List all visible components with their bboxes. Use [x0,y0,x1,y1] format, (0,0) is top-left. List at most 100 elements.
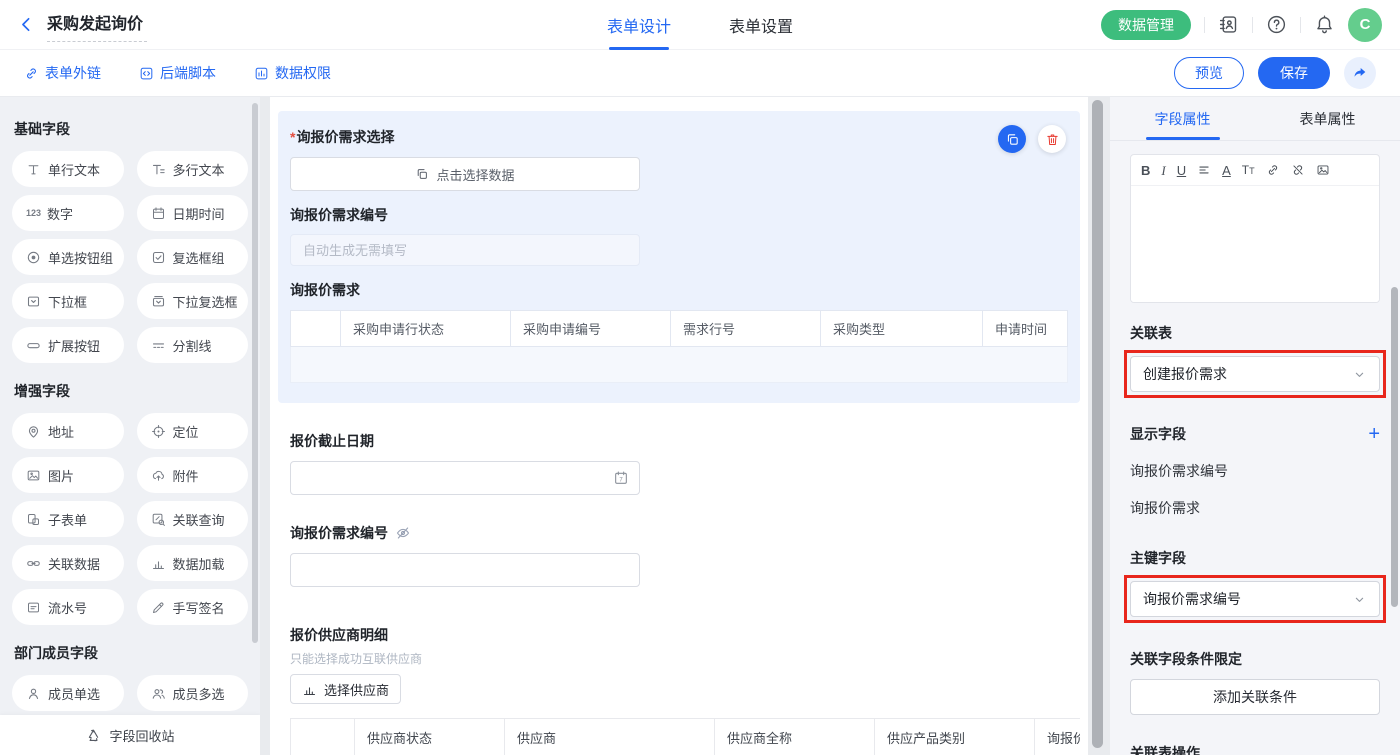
tab-field-properties[interactable]: 字段属性 [1110,97,1255,140]
supplier-detail-field[interactable]: 报价供应商明细 只能选择成功互联供应商 选择供应商 [278,625,1080,704]
delete-field-button[interactable] [1038,125,1066,153]
supplier-table-header-row: 供应商状态 供应商 供应商全称 供应产品类别 询报价 [291,719,1081,755]
extend-button-icon [26,338,41,353]
share-button[interactable] [1344,57,1376,89]
form-external-link[interactable]: 表单外链 [24,63,101,83]
supplier-table: 供应商状态 供应商 供应商全称 供应产品类别 询报价 1 [290,718,1080,755]
link-label: 表单外链 [45,63,101,83]
add-condition-button[interactable]: 添加关联条件 [1130,679,1380,715]
display-field-item[interactable]: 询报价需求编号 [1130,461,1380,481]
backend-script-link[interactable]: 后端脚本 [139,63,216,83]
underline-button[interactable]: U [1177,164,1186,177]
field-pill-label: 关联数据 [48,554,100,573]
section-title-member: 部门成员字段 [14,643,246,663]
field-pill-radio-group[interactable]: 单选按钮组 [12,239,124,275]
display-field-item[interactable]: 询报价需求 [1130,498,1380,518]
tab-form-settings[interactable]: 表单设置 [729,0,793,50]
supplier-table-header-empty [291,719,355,755]
italic-button[interactable]: I [1161,164,1165,177]
back-icon[interactable] [18,16,35,33]
field-recycle-bin[interactable]: 字段回收站 [0,715,260,755]
avatar[interactable]: C [1348,8,1382,42]
field-pill-serial-number[interactable]: 流水号 [12,589,124,625]
page-title[interactable]: 采购发起询价 [47,7,147,42]
demand-table-header: 采购申请行状态 [341,311,511,347]
field-pill-member-multi[interactable]: 成员多选 [137,675,249,711]
field-pill-linked-query[interactable]: 关联查询 [137,501,249,537]
field-pill-checkbox-group[interactable]: 复选框组 [137,239,249,275]
hidden-number-field[interactable]: 询报价需求编号 [278,523,1080,587]
date-field[interactable]: 报价截止日期 [278,431,1080,495]
link-icon [24,66,39,81]
related-table-select[interactable]: 创建报价需求 [1130,356,1380,392]
field-pill-number[interactable]: 123数字 [12,195,124,231]
pick-supplier-button[interactable]: 选择供应商 [290,674,401,704]
supplier-helper-text: 只能选择成功互联供应商 [290,650,1068,667]
bar-chart-icon [302,682,317,697]
field-pill-select[interactable]: 下拉框 [12,283,124,319]
bold-button[interactable]: B [1141,164,1150,177]
font-color-button[interactable]: A [1222,164,1231,177]
tab-form-properties[interactable]: 表单属性 [1255,97,1400,140]
field-pill-location[interactable]: 定位 [137,413,249,449]
required-mark: * [290,129,295,145]
data-permission-link[interactable]: 数据权限 [254,63,331,83]
field-pill-subform[interactable]: 子表单 [12,501,124,537]
add-display-field-icon[interactable]: + [1368,424,1380,444]
data-manage-button[interactable]: 数据管理 [1101,10,1191,40]
field-pill-divider[interactable]: 分割线 [137,327,249,363]
duplicate-field-button[interactable] [998,125,1026,153]
insert-image-icon[interactable] [1316,163,1330,177]
demand-table-header-empty [291,311,341,347]
text-input[interactable] [290,553,640,587]
field-pill-attachment[interactable]: 附件 [137,457,249,493]
field-pill-label: 手写签名 [173,598,225,617]
chevron-down-icon [1352,367,1367,382]
save-button[interactable]: 保存 [1258,57,1330,89]
code-icon [139,66,154,81]
field-actions [998,125,1066,153]
primary-key-select[interactable]: 询报价需求编号 [1130,581,1380,617]
align-icon[interactable] [1197,163,1211,177]
field-pill-label: 单选按钮组 [48,248,113,267]
demand-table-header: 申请时间 [983,311,1068,347]
selected-field-block[interactable]: *询报价需求选择 点击选择数据 询报价需求编号 询报价需求 [278,111,1080,403]
field-pill-datetime[interactable]: 日期时间 [137,195,249,231]
field-pill-address[interactable]: 地址 [12,413,124,449]
select-data-label: 点击选择数据 [436,165,514,184]
calendar-icon[interactable] [613,470,629,486]
preview-button[interactable]: 预览 [1174,57,1244,89]
sidebar-scrollbar[interactable] [252,103,258,643]
field-pill-multi-select[interactable]: 下拉复选框 [137,283,249,319]
help-icon[interactable] [1266,14,1287,35]
contacts-icon[interactable] [1218,14,1239,35]
date-input[interactable] [290,461,640,495]
annotation-red-box: 询报价需求编号 [1124,575,1386,623]
field-pill-signature[interactable]: 手写签名 [137,589,249,625]
field-pill-member-single[interactable]: 成员单选 [12,675,124,711]
font-size-button[interactable]: TT [1242,164,1255,176]
field-pill-data-load[interactable]: 数据加载 [137,545,249,581]
field-pill-single-line-text[interactable]: 单行文本 [12,151,124,187]
text-input-field[interactable] [301,563,629,578]
field-pill-image[interactable]: 图片 [12,457,124,493]
field-pill-multi-line-text[interactable]: 多行文本 [137,151,249,187]
canvas-scrollbar[interactable] [1092,100,1103,748]
insert-link-icon[interactable] [1266,163,1280,177]
auto-number-input[interactable] [290,234,640,266]
member-multi-icon [151,686,166,701]
eye-off-icon[interactable] [395,525,411,541]
field-pill-label: 关联查询 [173,510,225,529]
date-input-text[interactable] [301,471,613,486]
panel-scrollbar[interactable] [1391,287,1398,607]
tab-form-design[interactable]: 表单设计 [607,0,671,50]
editor-toolbar: B I U A TT [1131,155,1379,186]
description-textarea[interactable] [1131,186,1379,302]
datetime-icon [151,206,166,221]
field-pill-extend-button[interactable]: 扩展按钮 [12,327,124,363]
remove-link-icon[interactable] [1291,163,1305,177]
field-pill-linked-data[interactable]: 关联数据 [12,545,124,581]
notification-bell-icon[interactable] [1314,14,1335,35]
field-pill-label: 分割线 [173,336,212,355]
select-data-button[interactable]: 点击选择数据 [290,157,640,191]
